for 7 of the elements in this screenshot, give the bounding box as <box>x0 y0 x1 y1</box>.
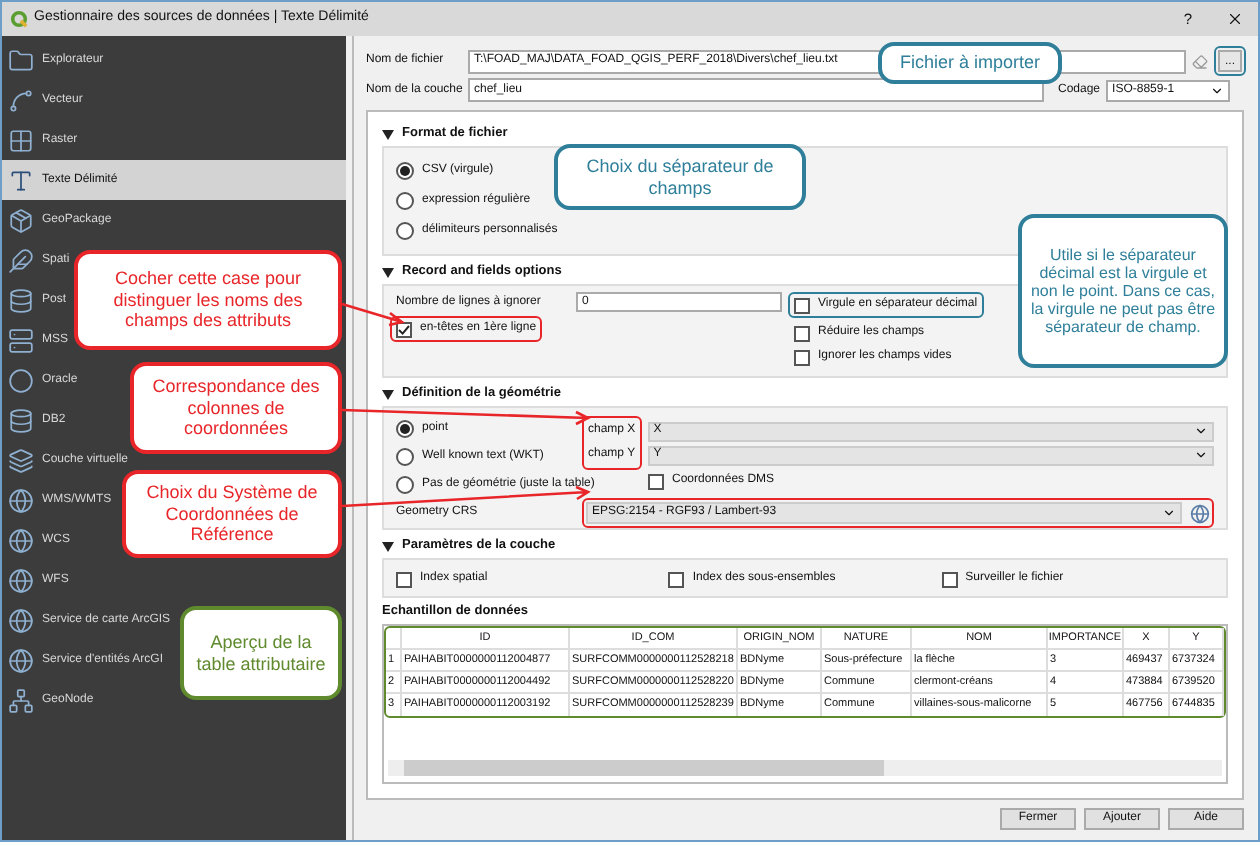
callout-tooltip: Fichier à importer <box>878 42 1062 84</box>
callout-tooltip: Choix du Système de Coordonnées de Référence <box>122 470 342 558</box>
callout-tooltip: Utile si le séparateur décimal est la virgule et non le point. Dans ce cas, la virgule ne peut pas être séparateur de champ. <box>1018 214 1228 368</box>
callout-tooltip: Correspondance des colonnes de coordonnées <box>130 362 342 454</box>
callout-tooltip: Aperçu de la table attributaire <box>180 606 342 700</box>
callout-tooltip: Choix du séparateur de champs <box>554 144 806 210</box>
callout-tooltip: Cocher cette case pour distinguer les noms des champs des attributs <box>74 250 342 350</box>
